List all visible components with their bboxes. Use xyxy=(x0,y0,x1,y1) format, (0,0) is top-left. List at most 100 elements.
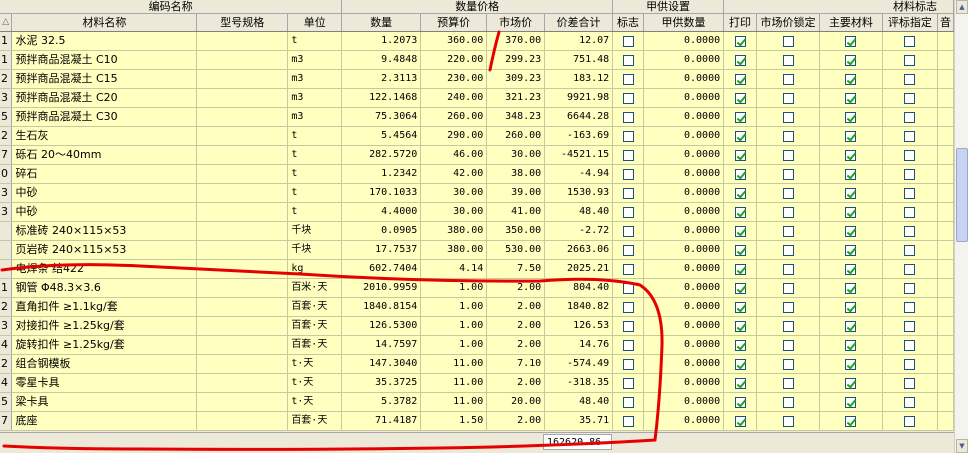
tender-checkbox[interactable] xyxy=(904,111,916,123)
market-lock-checkbox[interactable] xyxy=(782,187,794,199)
tender-checkbox[interactable] xyxy=(904,73,916,85)
main-material-checkbox[interactable] xyxy=(845,415,857,427)
main-material-checkbox[interactable] xyxy=(845,168,857,180)
supply-qty-cell[interactable]: 0.0000 xyxy=(643,164,725,184)
diff-total-cell[interactable]: 48.40 xyxy=(544,202,614,222)
market-price-cell[interactable]: 309.23 xyxy=(486,69,546,89)
qty-cell[interactable]: 71.4187 xyxy=(341,411,422,431)
unit-cell[interactable]: t xyxy=(287,126,343,146)
table-row[interactable]: 电焊条 结422 kg 602.7404 4.14 7.50 2025.21 0.0000 xyxy=(0,259,954,279)
qty-cell[interactable]: 282.5720 xyxy=(341,145,422,165)
spec-cell[interactable] xyxy=(196,411,289,431)
spec-cell[interactable] xyxy=(196,145,289,165)
market-price-cell[interactable]: 348.23 xyxy=(486,107,546,127)
col-header-unit[interactable]: 单位 xyxy=(287,14,343,32)
market-price-cell[interactable]: 350.00 xyxy=(486,221,546,241)
table-row[interactable]: 5 梁卡具 t·天 5.3782 11.00 20.00 48.40 0.0000 xyxy=(0,392,954,412)
main-material-checkbox[interactable] xyxy=(845,377,857,389)
print-checkbox[interactable] xyxy=(734,263,746,275)
flag-checkbox[interactable] xyxy=(622,54,634,66)
tender-checkbox[interactable] xyxy=(904,206,916,218)
material-name-cell[interactable]: 电焊条 结422 xyxy=(11,259,198,279)
market-price-cell[interactable]: 2.00 xyxy=(486,297,546,317)
table-row[interactable]: 2 直角扣件 ≥1.1kg/套 百套·天 1840.8154 1.00 2.00 1840.… xyxy=(0,297,954,317)
market-lock-checkbox[interactable] xyxy=(782,377,794,389)
print-checkbox[interactable] xyxy=(734,320,746,332)
print-checkbox[interactable] xyxy=(734,377,746,389)
unit-cell[interactable]: 百套·天 xyxy=(287,297,343,317)
col-header-main-material[interactable]: 主要材料 xyxy=(819,14,883,32)
market-lock-checkbox[interactable] xyxy=(782,263,794,275)
flag-checkbox[interactable] xyxy=(622,415,634,427)
budget-price-cell[interactable]: 11.00 xyxy=(420,354,488,374)
qty-cell[interactable]: 17.7537 xyxy=(341,240,422,260)
table-row[interactable]: 2 预拌商品混凝土 C15 m3 2.3113 230.00 309.23 183.12 0.… xyxy=(0,69,954,89)
spec-cell[interactable] xyxy=(196,221,289,241)
unit-cell[interactable]: 百套·天 xyxy=(287,316,343,336)
unit-cell[interactable]: 百套·天 xyxy=(287,335,343,355)
table-row[interactable]: 3 中砂 t 170.1033 30.00 39.00 1530.93 0.0000 xyxy=(0,183,954,203)
spec-cell[interactable] xyxy=(196,373,289,393)
material-name-cell[interactable]: 预拌商品混凝土 C20 xyxy=(11,88,198,108)
diff-total-cell[interactable]: -4.94 xyxy=(544,164,614,184)
material-name-cell[interactable]: 底座 xyxy=(11,411,198,431)
main-material-checkbox[interactable] xyxy=(845,206,857,218)
material-name-cell[interactable]: 预拌商品混凝土 C30 xyxy=(11,107,198,127)
unit-cell[interactable]: 千块 xyxy=(287,240,343,260)
diff-total-cell[interactable]: -163.69 xyxy=(544,126,614,146)
flag-checkbox[interactable] xyxy=(622,301,634,313)
unit-cell[interactable]: t·天 xyxy=(287,392,343,412)
market-lock-checkbox[interactable] xyxy=(782,301,794,313)
col-header-spec[interactable]: 型号规格 xyxy=(196,14,289,32)
table-row[interactable]: 3 中砂 t 4.4000 30.00 41.00 48.40 0.0000 xyxy=(0,202,954,222)
table-row[interactable]: 7 砾石 20～40mm t 282.5720 46.00 30.00 -4521.15 0.… xyxy=(0,145,954,165)
flag-checkbox[interactable] xyxy=(622,244,634,256)
material-name-cell[interactable]: 砾石 20～40mm xyxy=(11,145,198,165)
unit-cell[interactable]: t·天 xyxy=(287,373,343,393)
budget-price-cell[interactable]: 230.00 xyxy=(420,69,488,89)
tender-checkbox[interactable] xyxy=(904,244,916,256)
budget-price-cell[interactable]: 11.00 xyxy=(420,392,488,412)
budget-price-cell[interactable]: 46.00 xyxy=(420,145,488,165)
supply-qty-cell[interactable]: 0.0000 xyxy=(643,50,725,70)
print-checkbox[interactable] xyxy=(734,358,746,370)
table-row[interactable]: 5 预拌商品混凝土 C30 m3 75.3064 260.00 348.23 6644.28… xyxy=(0,107,954,127)
spec-cell[interactable] xyxy=(196,164,289,184)
spec-cell[interactable] xyxy=(196,183,289,203)
supply-qty-cell[interactable]: 0.0000 xyxy=(643,335,725,355)
print-checkbox[interactable] xyxy=(734,73,746,85)
scroll-down-icon[interactable]: ▼ xyxy=(956,439,968,453)
tender-checkbox[interactable] xyxy=(904,149,916,161)
col-header-flag[interactable]: 标志 xyxy=(612,14,645,32)
col-header-qty[interactable]: 数量 xyxy=(341,14,422,32)
budget-price-cell[interactable]: 30.00 xyxy=(420,183,488,203)
qty-cell[interactable]: 1.2342 xyxy=(341,164,422,184)
vertical-scrollbar[interactable]: ▲ ▼ xyxy=(954,0,968,453)
qty-cell[interactable]: 126.5300 xyxy=(341,316,422,336)
tender-checkbox[interactable] xyxy=(904,263,916,275)
market-lock-checkbox[interactable] xyxy=(782,358,794,370)
market-lock-checkbox[interactable] xyxy=(782,54,794,66)
diff-total-cell[interactable]: 183.12 xyxy=(544,69,614,89)
flag-checkbox[interactable] xyxy=(622,111,634,123)
market-price-cell[interactable]: 39.00 xyxy=(486,183,546,203)
supply-qty-cell[interactable]: 0.0000 xyxy=(643,221,725,241)
tender-checkbox[interactable] xyxy=(904,92,916,104)
material-name-cell[interactable]: 钢管 Φ48.3×3.6 xyxy=(11,278,198,298)
spec-cell[interactable] xyxy=(196,316,289,336)
table-row[interactable]: 标准砖 240×115×53 千块 0.0905 380.00 350.00 -2.72 0… xyxy=(0,221,954,241)
diff-total-cell[interactable]: 12.07 xyxy=(544,32,614,51)
supply-qty-cell[interactable]: 0.0000 xyxy=(643,88,725,108)
print-checkbox[interactable] xyxy=(734,206,746,218)
market-price-cell[interactable]: 20.00 xyxy=(486,392,546,412)
market-lock-checkbox[interactable] xyxy=(782,35,794,47)
market-price-cell[interactable]: 30.00 xyxy=(486,145,546,165)
unit-cell[interactable]: t xyxy=(287,164,343,184)
qty-cell[interactable]: 0.0905 xyxy=(341,221,422,241)
col-header-diff-total[interactable]: 价差合计 xyxy=(544,14,614,32)
flag-checkbox[interactable] xyxy=(622,92,634,104)
material-name-cell[interactable]: 组合钢模板 xyxy=(11,354,198,374)
flag-checkbox[interactable] xyxy=(622,320,634,332)
flag-checkbox[interactable] xyxy=(622,149,634,161)
print-checkbox[interactable] xyxy=(734,149,746,161)
